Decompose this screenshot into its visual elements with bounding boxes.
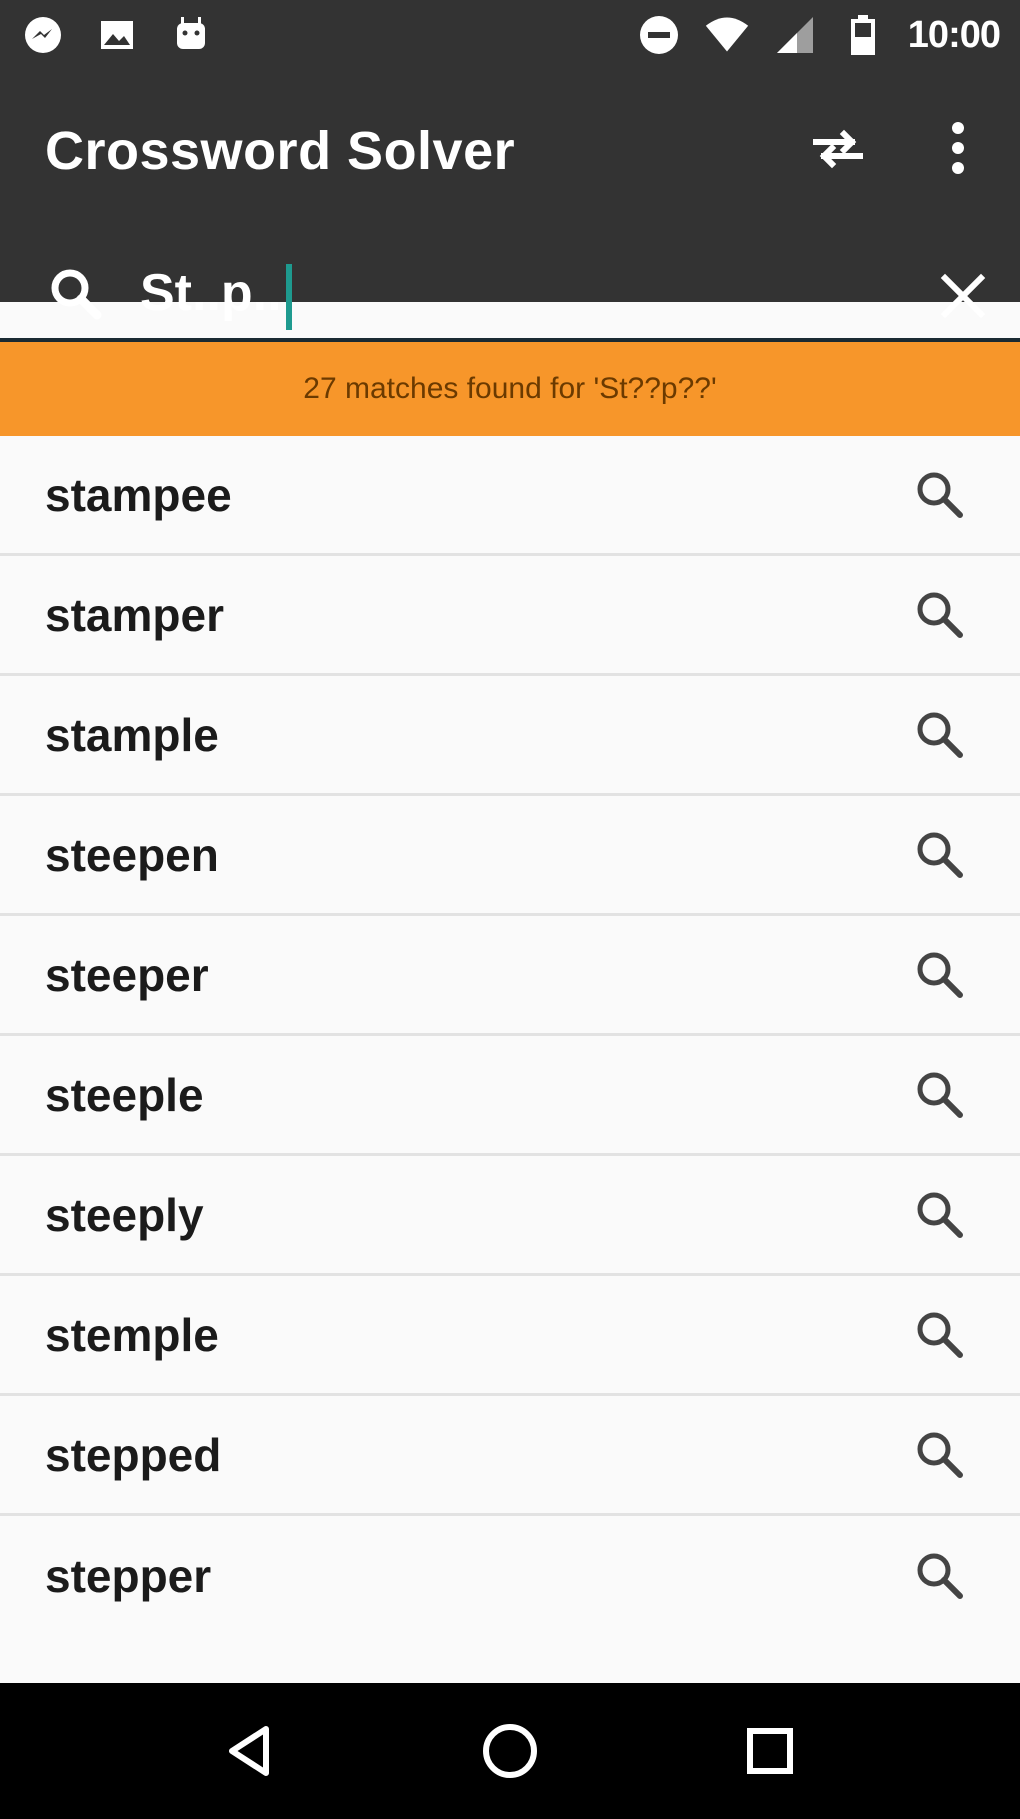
search-word-button[interactable] — [905, 1541, 975, 1611]
search-word-button[interactable] — [905, 460, 975, 530]
cell-signal-icon — [772, 12, 818, 58]
search-icon — [917, 1432, 963, 1478]
recents-button[interactable] — [720, 1701, 820, 1801]
result-word: stample — [45, 708, 219, 761]
image-icon — [94, 12, 140, 58]
list-item[interactable]: steepen — [0, 796, 1020, 916]
search-icon — [917, 472, 963, 518]
search-word-button[interactable] — [905, 940, 975, 1010]
close-icon — [940, 273, 986, 319]
search-icon — [917, 592, 963, 638]
list-item[interactable]: stepper — [0, 1516, 1020, 1636]
search-word-button[interactable] — [905, 580, 975, 650]
messenger-icon — [20, 12, 66, 58]
more-options-button[interactable] — [918, 108, 998, 188]
list-item[interactable]: stample — [0, 676, 1020, 796]
result-word: steeper — [45, 948, 209, 1001]
status-bar: 10:00 — [0, 0, 1020, 70]
search-word-button[interactable] — [905, 1060, 975, 1130]
back-icon — [229, 1726, 269, 1776]
list-item[interactable]: stepped — [0, 1396, 1020, 1516]
list-item[interactable]: stampee — [0, 436, 1020, 556]
search-icon — [917, 832, 963, 878]
app-title: Crossword Solver — [45, 121, 516, 181]
list-item[interactable]: steeper — [0, 916, 1020, 1036]
navigation-bar — [0, 1683, 1020, 1819]
search-icon — [917, 1072, 963, 1118]
swap-button[interactable] — [798, 108, 878, 188]
do-not-disturb-icon — [636, 12, 682, 58]
result-word: steepen — [45, 828, 219, 881]
match-count-banner: 27 matches found for 'St??p??' — [0, 342, 1020, 436]
app-toolbar: Crossword Solver — [0, 70, 1020, 334]
more-vert-icon — [952, 122, 964, 174]
result-word: steeple — [45, 1068, 204, 1121]
search-word-button[interactable] — [905, 820, 975, 890]
search-bar — [0, 240, 1020, 346]
home-button[interactable] — [460, 1701, 560, 1801]
search-word-button[interactable] — [905, 1180, 975, 1250]
search-icon — [40, 258, 110, 328]
status-right-icons: 10:00 — [636, 12, 1001, 58]
result-word: stamper — [45, 588, 224, 641]
result-word: stemple — [45, 1308, 219, 1361]
results-list: stampee stamper stample steepen steeper … — [0, 436, 1020, 1636]
result-word: stepper — [45, 1550, 212, 1602]
search-icon — [917, 712, 963, 758]
search-word-button[interactable] — [905, 700, 975, 770]
search-input[interactable] — [140, 252, 900, 334]
search-icon — [917, 1192, 963, 1238]
text-cursor — [286, 264, 292, 330]
back-button[interactable] — [200, 1701, 300, 1801]
list-item[interactable]: steeple — [0, 1036, 1020, 1156]
swap-icon — [813, 129, 863, 169]
search-icon — [917, 1553, 963, 1599]
search-word-button[interactable] — [905, 1300, 975, 1370]
result-word: steeply — [45, 1188, 204, 1241]
recents-icon — [747, 1728, 793, 1774]
wifi-icon — [704, 12, 750, 58]
result-word: stampee — [45, 468, 232, 521]
search-icon — [917, 952, 963, 998]
search-icon — [917, 1312, 963, 1358]
search-word-button[interactable] — [905, 1420, 975, 1490]
list-item[interactable]: steeply — [0, 1156, 1020, 1276]
list-item[interactable]: stamper — [0, 556, 1020, 676]
status-left-icons — [20, 12, 214, 58]
clear-search-button[interactable] — [925, 258, 1001, 334]
battery-icon — [840, 12, 886, 58]
status-time: 10:00 — [907, 13, 1001, 56]
home-icon — [483, 1724, 537, 1778]
result-word: stepped — [45, 1428, 222, 1481]
list-item[interactable]: stemple — [0, 1276, 1020, 1396]
android-icon — [168, 12, 214, 58]
